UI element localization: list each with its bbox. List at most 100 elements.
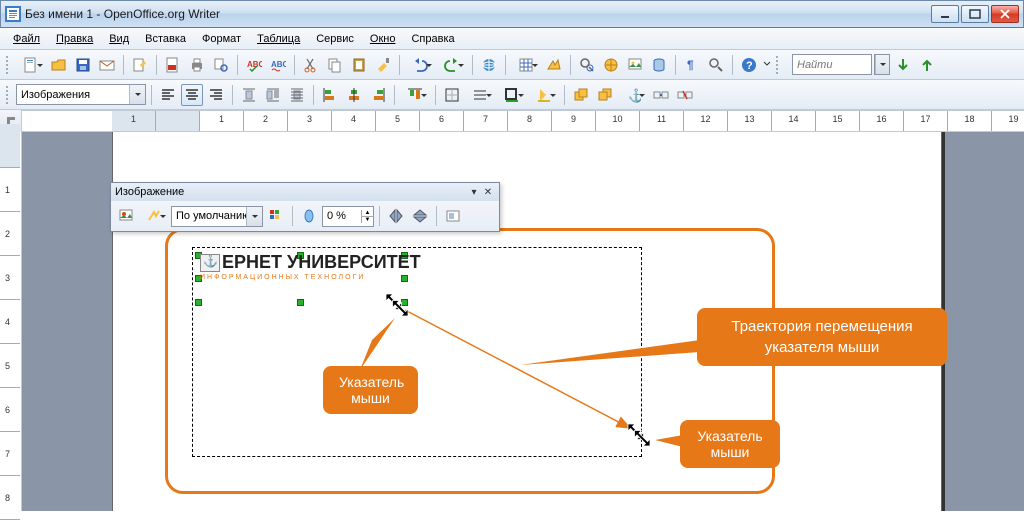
selected-image[interactable]: ЕРНЕТ УНИВЕРСИТЕТ ИНФОРМАЦИОННЫХ ТЕХНОЛО… — [200, 252, 421, 281]
find-next-button[interactable] — [892, 54, 914, 76]
minimize-button[interactable] — [931, 5, 959, 23]
format-paintbrush-button[interactable] — [372, 54, 394, 76]
graphics-mode-button[interactable] — [139, 205, 169, 227]
menu-help[interactable]: Справка — [404, 31, 461, 47]
svg-text:ABC: ABC — [271, 60, 286, 69]
border-color-button[interactable] — [497, 84, 527, 106]
gallery-button[interactable] — [624, 54, 646, 76]
link-frames-button[interactable] — [650, 84, 672, 106]
center-horz-button[interactable] — [343, 84, 365, 106]
toolbar-overflow[interactable] — [762, 54, 772, 76]
save-button[interactable] — [72, 54, 94, 76]
data-sources-button[interactable] — [648, 54, 670, 76]
title-bar: Без имени 1 - OpenOffice.org Writer — [0, 0, 1024, 28]
callout-pointer-1: Указатель мыши — [323, 366, 418, 414]
align-left-button[interactable] — [157, 84, 179, 106]
wrap-through-button[interactable] — [286, 84, 308, 106]
menu-bar: Файл Правка Вид Вставка Формат Таблица С… — [0, 28, 1024, 50]
send-back-button[interactable] — [594, 84, 616, 106]
filter-button[interactable] — [115, 205, 137, 227]
transparency-input[interactable]: 0 %▲▼ — [322, 206, 374, 227]
app-icon — [5, 6, 21, 22]
ruler-row: 112345678910111213141516171819 — [0, 110, 1024, 132]
transparency-icon — [298, 205, 320, 227]
open-button[interactable] — [48, 54, 70, 76]
print-button[interactable] — [186, 54, 208, 76]
maximize-button[interactable] — [961, 5, 989, 23]
hyperlink-button[interactable] — [478, 54, 500, 76]
color-button[interactable] — [265, 205, 287, 227]
close-button[interactable] — [991, 5, 1019, 23]
resize-cursor-icon — [382, 290, 412, 320]
flip-h-button[interactable] — [385, 205, 407, 227]
style-select[interactable]: Изображения — [16, 84, 146, 105]
spellcheck-button[interactable]: ABC — [243, 54, 265, 76]
menu-insert[interactable]: Вставка — [138, 31, 193, 47]
toolbar-handle-3[interactable] — [6, 84, 12, 106]
anchor-icon — [200, 254, 220, 272]
copy-button[interactable] — [324, 54, 346, 76]
bg-color-button[interactable] — [529, 84, 559, 106]
right-align-obj-button[interactable] — [367, 84, 389, 106]
bring-front-button[interactable] — [570, 84, 592, 106]
print-preview-button[interactable] — [210, 54, 232, 76]
image-toolbar: Изображение ▾ ✕ По умолчанию 0 %▲▼ — [110, 182, 500, 232]
auto-spellcheck-button[interactable]: ABC — [267, 54, 289, 76]
align-right-button[interactable] — [205, 84, 227, 106]
callout-pointer-2: Указатель мыши — [680, 420, 780, 468]
menu-view[interactable]: Вид — [102, 31, 136, 47]
zoom-button[interactable] — [705, 54, 727, 76]
menu-format[interactable]: Формат — [195, 31, 248, 47]
callout-trajectory: Траектория перемещения указателя мыши — [697, 308, 947, 366]
logo-text-2: ИНФОРМАЦИОННЫХ ТЕХНОЛОГИ — [200, 274, 421, 281]
borders-button[interactable] — [441, 84, 463, 106]
left-align-obj-button[interactable] — [319, 84, 341, 106]
flip-v-button[interactable] — [409, 205, 431, 227]
edit-doc-button[interactable] — [129, 54, 151, 76]
find-prev-button[interactable] — [916, 54, 938, 76]
navigator-button[interactable] — [600, 54, 622, 76]
toolbar-handle-2[interactable] — [776, 54, 782, 76]
frame-properties-button[interactable] — [442, 205, 464, 227]
resize-cursor-icon-2 — [624, 420, 654, 450]
border-style-button[interactable] — [465, 84, 495, 106]
menu-table[interactable]: Таблица — [250, 31, 307, 47]
paste-button[interactable] — [348, 54, 370, 76]
unlink-frames-button[interactable] — [674, 84, 696, 106]
logo-text-1: ЕРНЕТ УНИВЕРСИТЕТ — [222, 252, 421, 272]
nonprinting-chars-button[interactable]: ¶ — [681, 54, 703, 76]
menu-edit[interactable]: Правка — [49, 31, 100, 47]
undo-button[interactable] — [405, 54, 435, 76]
svg-text:?: ? — [746, 60, 753, 72]
image-toolbar-title: Изображение — [115, 186, 184, 198]
toolbar-close-icon[interactable]: ✕ — [481, 185, 495, 199]
toolbar-handle[interactable] — [6, 54, 12, 76]
find-replace-button[interactable] — [576, 54, 598, 76]
export-pdf-button[interactable] — [162, 54, 184, 76]
find-dropdown[interactable] — [874, 54, 890, 75]
find-input[interactable] — [792, 54, 872, 75]
horizontal-ruler[interactable]: 112345678910111213141516171819 — [22, 110, 1024, 131]
vertical-ruler[interactable]: 12345678 — [0, 132, 22, 511]
svg-text:⚓: ⚓ — [628, 88, 641, 103]
wrap-page-button[interactable] — [262, 84, 284, 106]
table-button[interactable] — [511, 54, 541, 76]
new-doc-button[interactable] — [16, 54, 46, 76]
align-center-button[interactable] — [181, 84, 203, 106]
menu-tools[interactable]: Сервис — [309, 31, 361, 47]
menu-file[interactable]: Файл — [6, 31, 47, 47]
menu-window[interactable]: Окно — [363, 31, 403, 47]
show-draw-button[interactable] — [543, 54, 565, 76]
image-mode-select[interactable]: По умолчанию — [171, 206, 263, 227]
help-button[interactable]: ? — [738, 54, 760, 76]
redo-button[interactable] — [437, 54, 467, 76]
window-title: Без имени 1 - OpenOffice.org Writer — [25, 7, 931, 21]
cut-button[interactable] — [300, 54, 322, 76]
wrap-off-button[interactable] — [238, 84, 260, 106]
svg-text:¶: ¶ — [687, 58, 694, 72]
toolbar-pin-icon[interactable]: ▾ — [467, 185, 481, 199]
top-align-button[interactable] — [400, 84, 430, 106]
email-button[interactable] — [96, 54, 118, 76]
anchor-button[interactable]: ⚓ — [618, 84, 648, 106]
standard-toolbar: ABC ABC ¶ ? — [0, 50, 1024, 80]
